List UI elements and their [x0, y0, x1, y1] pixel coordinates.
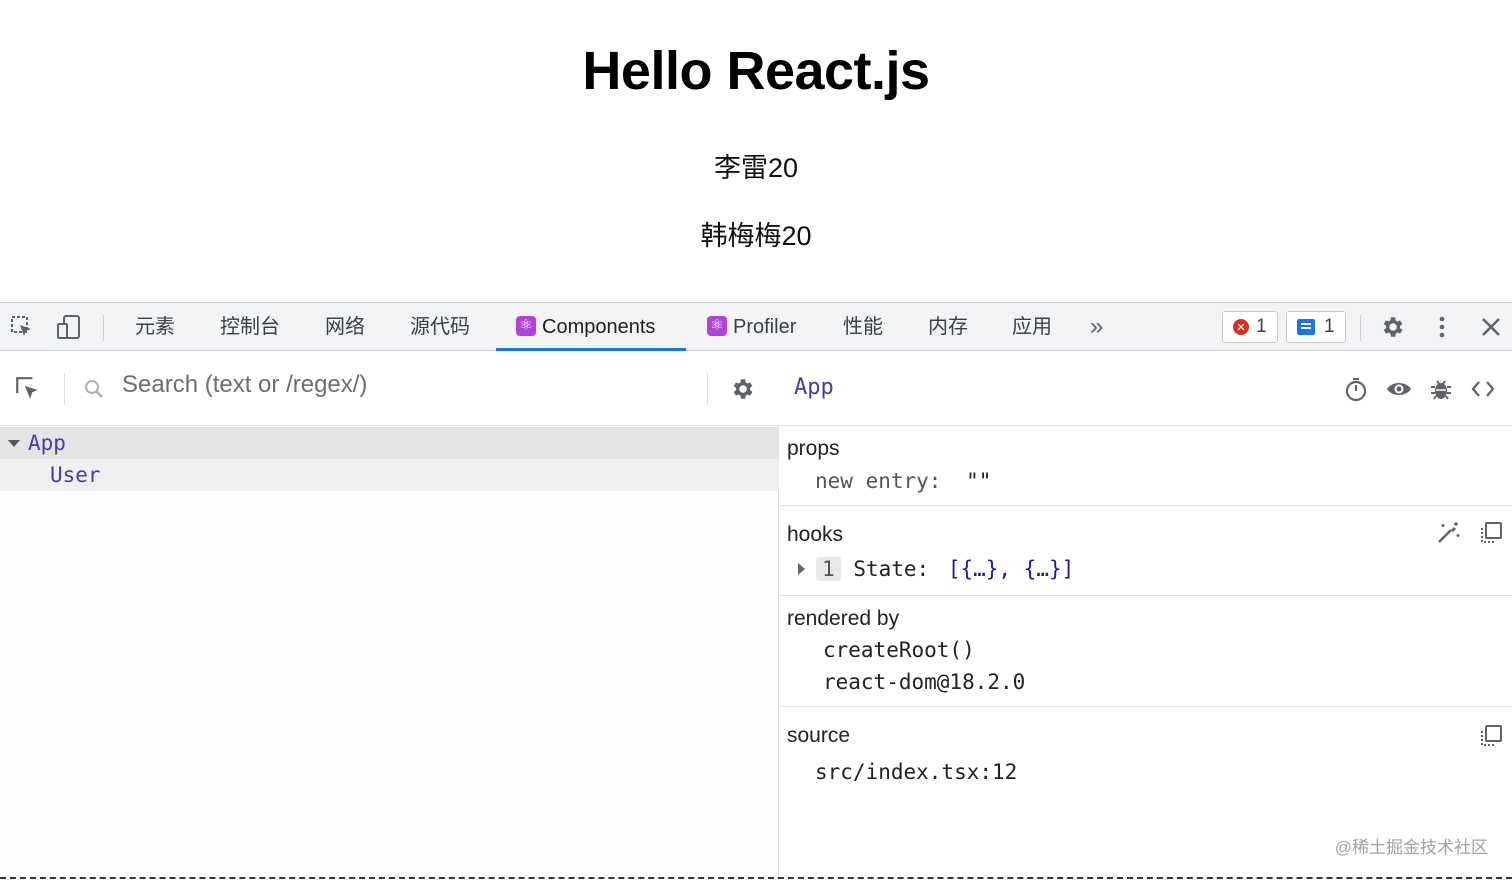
hook-value: [{…}, {…}] — [947, 557, 1075, 581]
component-inspector-panel: App props new entry: "" hooks 1 State: [… — [780, 351, 1512, 880]
watermark: @稀土掘金技术社区 — [1334, 838, 1488, 857]
hook-name: State: — [853, 557, 930, 581]
renderer-item: createRoot() — [823, 638, 975, 662]
copy-hooks-icon[interactable] — [1477, 519, 1505, 547]
tree-settings-gear-icon[interactable] — [728, 375, 756, 403]
view-source-code-icon[interactable] — [1469, 375, 1497, 403]
tab-console[interactable]: 控制台 — [220, 303, 280, 351]
tab-elements[interactable]: 元素 — [135, 303, 175, 351]
tab-performance[interactable]: 性能 — [843, 303, 883, 351]
message-counter[interactable]: 1 — [1286, 311, 1346, 343]
bottom-dashed-border — [0, 877, 1512, 879]
close-icon[interactable] — [1477, 313, 1505, 341]
source-location-link[interactable]: src/index.tsx:12 — [815, 760, 1017, 784]
tab-profiler-label: Profiler — [733, 316, 797, 338]
device-toolbar-icon[interactable] — [55, 313, 83, 341]
error-icon: ✕ — [1233, 319, 1249, 335]
collapse-caret-icon[interactable] — [8, 440, 20, 447]
rendered-by-section: rendered by createRoot() react-dom@18.2.… — [780, 597, 1512, 707]
hook-row[interactable]: 1 State: [{…}, {…}] — [816, 557, 1074, 581]
source-section: source src/index.tsx:12 — [780, 708, 1512, 808]
error-count: 1 — [1256, 316, 1267, 337]
inspect-element-icon[interactable] — [8, 313, 36, 341]
props-section: props new entry: "" — [780, 427, 1512, 506]
tree-search-bar: Search (text or /regex/) — [0, 351, 779, 426]
tab-network[interactable]: 网络 — [325, 303, 365, 351]
hooks-title: hooks — [787, 523, 844, 546]
components-tree-panel: Search (text or /regex/) App User — [0, 351, 779, 880]
error-counter[interactable]: ✕ 1 — [1222, 311, 1278, 343]
page-content: Hello React.js 李雷20 韩梅梅20 — [0, 0, 1512, 302]
settings-gear-icon[interactable] — [1378, 313, 1406, 341]
more-tabs-icon[interactable]: » — [1090, 303, 1103, 351]
parse-hook-names-wand-icon[interactable] — [1434, 519, 1462, 547]
select-element-icon[interactable] — [14, 375, 42, 403]
user-item: 李雷20 — [713, 153, 799, 183]
message-icon — [1297, 319, 1315, 335]
hooks-section: hooks 1 State: [{…}, {…}] — [780, 507, 1512, 596]
suspend-timer-icon[interactable] — [1342, 375, 1370, 403]
rendered-by-title: rendered by — [787, 607, 900, 630]
new-prop-entry[interactable]: new entry: "" — [815, 469, 991, 493]
tab-memory[interactable]: 内存 — [928, 303, 968, 351]
search-divider — [707, 373, 708, 405]
search-divider — [64, 373, 65, 405]
tree-node-label: User — [50, 463, 101, 487]
copy-source-icon[interactable] — [1477, 722, 1505, 750]
message-count: 1 — [1324, 316, 1335, 337]
tab-application[interactable]: 应用 — [1012, 303, 1052, 351]
log-to-console-bug-icon[interactable] — [1427, 375, 1455, 403]
hook-index: 1 — [816, 557, 841, 581]
expand-hook-caret-icon[interactable] — [798, 563, 805, 575]
toolbar-divider — [1360, 315, 1361, 341]
tab-components[interactable]: Components — [496, 302, 686, 351]
tree-search-input[interactable]: Search (text or /regex/) — [122, 371, 367, 399]
tree-node-label: App — [28, 431, 66, 455]
tree-node-user[interactable]: User — [0, 459, 779, 491]
react-icon — [516, 302, 536, 350]
tree-node-app[interactable]: App — [0, 427, 779, 459]
tab-sources[interactable]: 源代码 — [410, 303, 470, 351]
tab-profiler[interactable]: Profiler — [707, 302, 797, 351]
user-item: 韩梅梅20 — [700, 221, 812, 251]
prop-value[interactable]: "" — [966, 469, 991, 493]
page-title: Hello React.js — [582, 41, 930, 101]
more-options-icon[interactable] — [1428, 313, 1456, 341]
tab-components-label: Components — [542, 316, 656, 338]
devtools-toolbar: 元素 控制台 网络 源代码 Components Profiler 性能 内存 … — [0, 302, 1512, 351]
react-icon — [707, 302, 727, 350]
prop-key: new entry — [815, 469, 929, 493]
selected-component-name: App — [794, 375, 834, 400]
search-icon — [80, 375, 108, 403]
props-title: props — [787, 437, 840, 460]
toolbar-divider — [103, 315, 104, 341]
source-title: source — [787, 724, 851, 747]
inspector-header: App — [780, 351, 1512, 426]
renderer-item: react-dom@18.2.0 — [823, 670, 1026, 694]
inspect-dom-eye-icon[interactable] — [1385, 375, 1413, 403]
